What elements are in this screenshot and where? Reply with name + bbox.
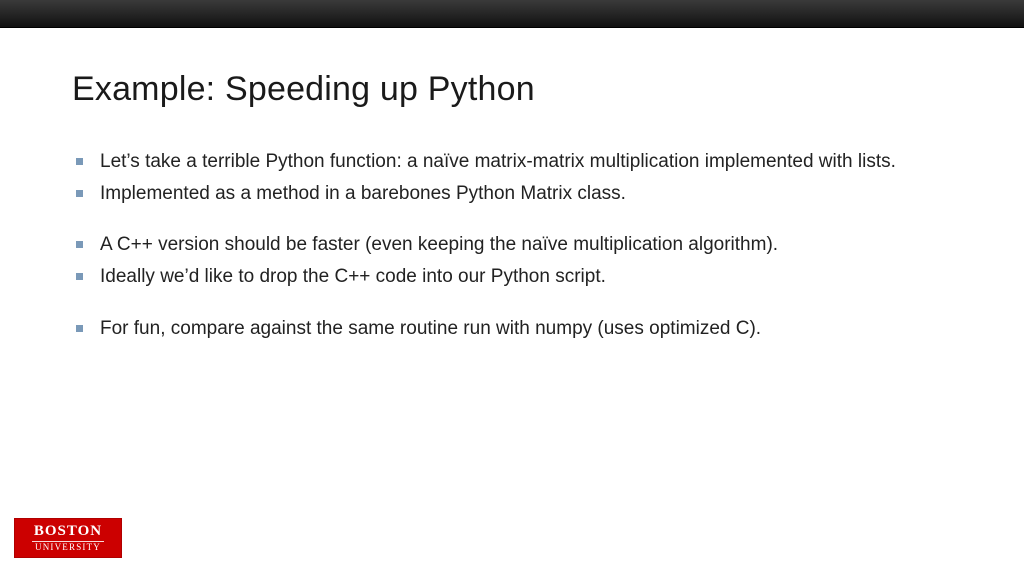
boston-university-logo: BOSTON UNIVERSITY — [14, 518, 122, 558]
list-item: Let’s take a terrible Python function: a… — [72, 149, 964, 175]
spacer — [72, 212, 964, 232]
list-item: Ideally we’d like to drop the C++ code i… — [72, 264, 964, 290]
logo-line1: BOSTON — [32, 524, 104, 542]
list-item: Implemented as a method in a barebones P… — [72, 181, 964, 207]
top-bar — [0, 0, 1024, 28]
slide-content: Example: Speeding up Python Let’s take a… — [72, 70, 964, 347]
bullet-list: Let’s take a terrible Python function: a… — [72, 149, 964, 206]
list-item: A C++ version should be faster (even kee… — [72, 232, 964, 258]
slide: Example: Speeding up Python Let’s take a… — [0, 0, 1024, 576]
bullet-list: For fun, compare against the same routin… — [72, 316, 964, 342]
spacer — [72, 296, 964, 316]
slide-title: Example: Speeding up Python — [72, 70, 964, 109]
bullet-list: A C++ version should be faster (even kee… — [72, 232, 964, 289]
logo-line2: UNIVERSITY — [35, 543, 101, 552]
list-item: For fun, compare against the same routin… — [72, 316, 964, 342]
